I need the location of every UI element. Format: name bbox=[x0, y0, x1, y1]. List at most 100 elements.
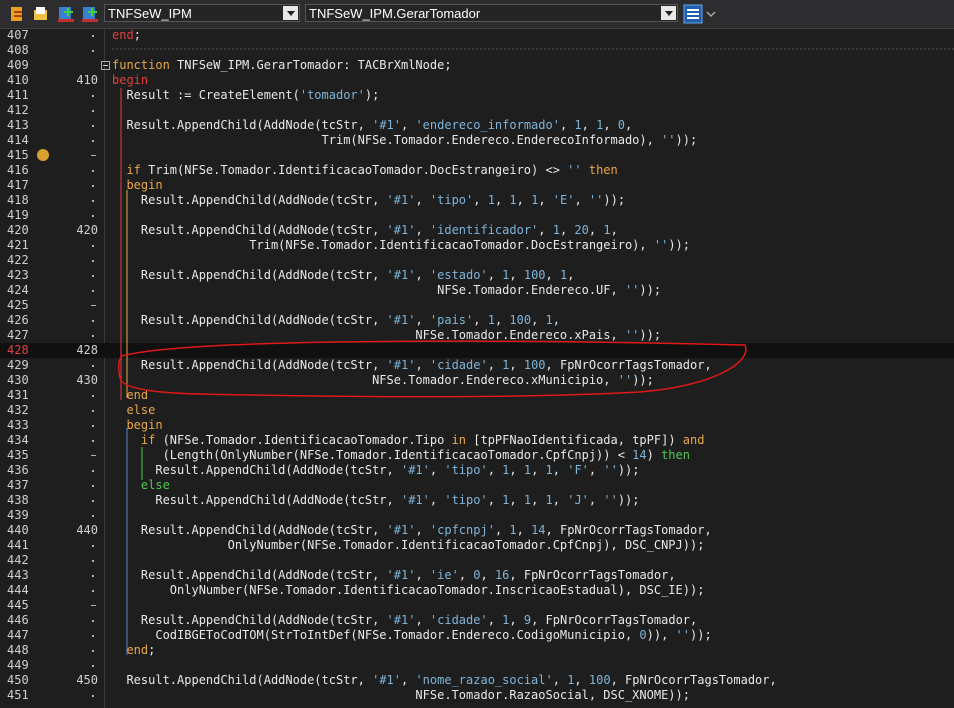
code-line[interactable]: 411 Result := CreateElement('tomador'); bbox=[0, 88, 954, 103]
code-text: Result.AppendChild(AddNode(tcStr, '#1', … bbox=[112, 223, 618, 238]
code-line[interactable]: 436 Result.AppendChild(AddNode(tcStr, '#… bbox=[0, 463, 954, 478]
code-token: Result.AppendChild(AddNode(tcStr, bbox=[112, 568, 387, 582]
code-token: , bbox=[487, 463, 503, 477]
line-number: 434 bbox=[7, 433, 29, 447]
code-line[interactable]: 418 Result.AppendChild(AddNode(tcStr, '#… bbox=[0, 193, 954, 208]
code-line[interactable]: 442 bbox=[0, 553, 954, 568]
code-token: , bbox=[415, 313, 430, 327]
gutter-dot bbox=[92, 665, 94, 667]
code-token: 'F' bbox=[567, 463, 589, 477]
code-line[interactable]: 444 OnlyNumber(NFSe.Tomador.Identificaca… bbox=[0, 583, 954, 598]
code-line[interactable]: 419 bbox=[0, 208, 954, 223]
code-text: Result.AppendChild(AddNode(tcStr, '#1', … bbox=[112, 568, 676, 583]
code-token: 1 bbox=[574, 118, 582, 132]
code-token: , bbox=[487, 493, 503, 507]
code-line[interactable]: 440 440 Result.AppendChild(AddNode(tcStr,… bbox=[0, 523, 954, 538]
line-number: 450 bbox=[7, 673, 29, 687]
code-line[interactable]: 423 Result.AppendChild(AddNode(tcStr, '#… bbox=[0, 268, 954, 283]
code-token: , bbox=[415, 523, 430, 537]
code-line[interactable]: 422 bbox=[0, 253, 954, 268]
code-text: NFSe.Tomador.Endereco.UF, '')); bbox=[112, 283, 661, 298]
code-token: , bbox=[552, 463, 568, 477]
code-line[interactable]: 415 bbox=[0, 148, 954, 163]
code-line[interactable]: 426 Result.AppendChild(AddNode(tcStr, '#… bbox=[0, 313, 954, 328]
code-token: then bbox=[661, 448, 690, 462]
code-token: Result.AppendChild(AddNode(tcStr, bbox=[112, 313, 387, 327]
code-line[interactable]: 424 NFSe.Tomador.Endereco.UF, '')); bbox=[0, 283, 954, 298]
code-line[interactable]: 439 bbox=[0, 508, 954, 523]
code-text: OnlyNumber(NFSe.Tomador.IdentificacaoTom… bbox=[112, 538, 705, 553]
gutter-dot bbox=[92, 560, 94, 562]
chevron-down-icon[interactable] bbox=[283, 6, 298, 20]
method-combo[interactable]: TNFSeW_IPM.GerarTomador bbox=[305, 4, 678, 22]
gutter-dash bbox=[91, 605, 96, 606]
chevron-down-icon[interactable] bbox=[704, 5, 722, 23]
code-line[interactable]: 428 428 bbox=[0, 343, 954, 358]
code-line[interactable]: 443 Result.AppendChild(AddNode(tcStr, '#… bbox=[0, 568, 954, 583]
code-token: NFSe.Tomador.Endereco.xPais, bbox=[112, 328, 625, 342]
gutter-dot bbox=[92, 650, 94, 652]
unit-combo[interactable]: TNFSeW_IPM bbox=[104, 4, 300, 22]
code-line[interactable]: 437 else bbox=[0, 478, 954, 493]
code-line[interactable]: 438 Result.AppendChild(AddNode(tcStr, '#… bbox=[0, 493, 954, 508]
chevron-down-icon[interactable] bbox=[661, 6, 676, 20]
add-implementation-icon[interactable] bbox=[81, 5, 99, 23]
code-line[interactable]: 446 Result.AppendChild(AddNode(tcStr, '#… bbox=[0, 613, 954, 628]
line-number: 448 bbox=[7, 643, 29, 657]
code-token: , bbox=[494, 523, 510, 537]
line-number: 435 bbox=[7, 448, 29, 462]
code-line[interactable]: 413 Result.AppendChild(AddNode(tcStr, '#… bbox=[0, 118, 954, 133]
code-line[interactable]: 431 end bbox=[0, 388, 954, 403]
code-line[interactable]: 429 Result.AppendChild(AddNode(tcStr, '#… bbox=[0, 358, 954, 373]
line-number: 441 bbox=[7, 538, 29, 552]
code-line[interactable]: 448 end; bbox=[0, 643, 954, 658]
line-number: 443 bbox=[7, 568, 29, 582]
code-line[interactable]: 445 bbox=[0, 598, 954, 613]
code-token: 'cidade' bbox=[429, 358, 488, 372]
code-line[interactable]: 408 bbox=[0, 43, 954, 58]
code-line[interactable]: 427 NFSe.Tomador.Endereco.xPais, '')); bbox=[0, 328, 954, 343]
code-line[interactable]: 449 bbox=[0, 658, 954, 673]
code-token: , bbox=[531, 493, 546, 507]
code-line[interactable]: 447 CodIBGEToCodTOM(StrToIntDef(NFSe.Tom… bbox=[0, 628, 954, 643]
code-line[interactable]: 417 begin bbox=[0, 178, 954, 193]
code-token: , bbox=[574, 193, 589, 207]
code-line[interactable]: 416 if Trim(NFSe.Tomador.IdentificacaoTo… bbox=[0, 163, 954, 178]
project-icon[interactable] bbox=[8, 5, 26, 23]
gutter-dot bbox=[92, 500, 94, 502]
code-line[interactable]: 420 420 Result.AppendChild(AddNode(tcStr,… bbox=[0, 223, 954, 238]
code-token: , bbox=[429, 493, 445, 507]
code-token: 1 bbox=[603, 223, 611, 237]
code-line[interactable]: 435 (Length(OnlyNumber(NFSe.Tomador.Iden… bbox=[0, 448, 954, 463]
code-line[interactable]: 434 if (NFSe.Tomador.IdentificacaoTomado… bbox=[0, 433, 954, 448]
code-line[interactable]: 421 Trim(NFSe.Tomador.IdentificacaoTomad… bbox=[0, 238, 954, 253]
code-text: Result.AppendChild(AddNode(tcStr, '#1', … bbox=[112, 673, 776, 688]
code-token: 0 bbox=[617, 118, 626, 132]
code-line[interactable]: 425 bbox=[0, 298, 954, 313]
code-line[interactable]: 432 else bbox=[0, 403, 954, 418]
code-line[interactable]: 450 450 Result.AppendChild(AddNode(tcStr,… bbox=[0, 673, 954, 688]
code-token: Result.AppendChild(AddNode(tcStr, bbox=[112, 223, 387, 237]
code-line[interactable]: 441 OnlyNumber(NFSe.Tomador.Identificaca… bbox=[0, 538, 954, 553]
code-text: Result.AppendChild(AddNode(tcStr, '#1', … bbox=[112, 118, 632, 133]
code-line[interactable]: 430 430 NFSe.Tomador.Endereco.xMunicipio,… bbox=[0, 373, 954, 388]
code-text: Trim(NFSe.Tomador.IdentificacaoTomador.D… bbox=[112, 238, 690, 253]
collapse-icon[interactable] bbox=[101, 61, 110, 70]
line-number: 421 bbox=[7, 238, 29, 252]
structure-view-icon[interactable] bbox=[683, 4, 703, 24]
code-line[interactable]: 414 Trim(NFSe.Tomador.Endereco.EnderecoI… bbox=[0, 133, 954, 148]
code-editor[interactable]: 407 end; 408 409 function TNFSeW_IPM.GerarTo… bbox=[0, 28, 954, 708]
code-text: Result.AppendChild(AddNode(tcStr, '#1', … bbox=[112, 523, 712, 538]
use-unit-icon[interactable] bbox=[57, 5, 75, 23]
code-token: 1 bbox=[509, 193, 517, 207]
line-number: 432 bbox=[7, 403, 29, 417]
open-file-icon[interactable] bbox=[32, 5, 50, 23]
code-line[interactable]: 410 410 begin bbox=[0, 73, 954, 88]
code-line[interactable]: 451 NFSe.Tomador.RazaoSocial, DSC_XNOME)… bbox=[0, 688, 954, 703]
code-line[interactable]: 409 function TNFSeW_IPM.GerarTomador: TAC… bbox=[0, 58, 954, 73]
code-text: begin bbox=[112, 73, 148, 88]
code-line[interactable]: 433 begin bbox=[0, 418, 954, 433]
code-line[interactable]: 412 bbox=[0, 103, 954, 118]
code-line[interactable]: 407 end; bbox=[0, 28, 954, 43]
code-token: CodIBGEToCodTOM(StrToIntDef(NFSe.Tomador… bbox=[112, 628, 640, 642]
